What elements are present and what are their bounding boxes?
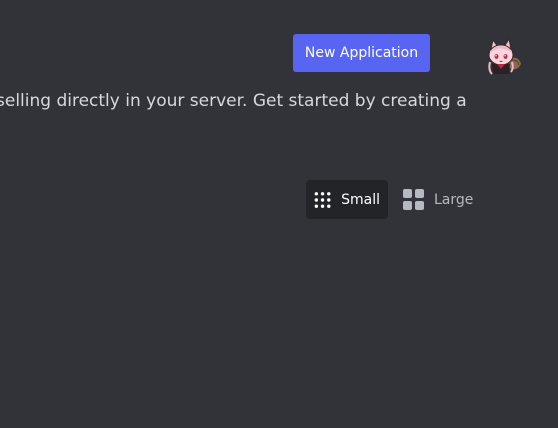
view-size-toggle: Small Large — [306, 180, 481, 219]
large-view-label: Large — [434, 191, 474, 208]
grid-large-icon — [403, 189, 424, 210]
avatar-image — [488, 37, 521, 75]
developer-portal-page: New Application selling directly in your… — [0, 0, 558, 428]
avatar[interactable] — [482, 37, 522, 78]
intro-text-line: selling directly in your server. Get sta… — [0, 91, 467, 111]
new-application-button[interactable]: New Application — [293, 34, 430, 72]
small-view-button[interactable]: Small — [306, 180, 388, 219]
small-view-label: Small — [341, 191, 380, 208]
large-view-button[interactable]: Large — [403, 180, 481, 219]
intro-text: selling directly in your server. Get sta… — [0, 88, 558, 114]
grid-small-icon — [314, 191, 331, 208]
